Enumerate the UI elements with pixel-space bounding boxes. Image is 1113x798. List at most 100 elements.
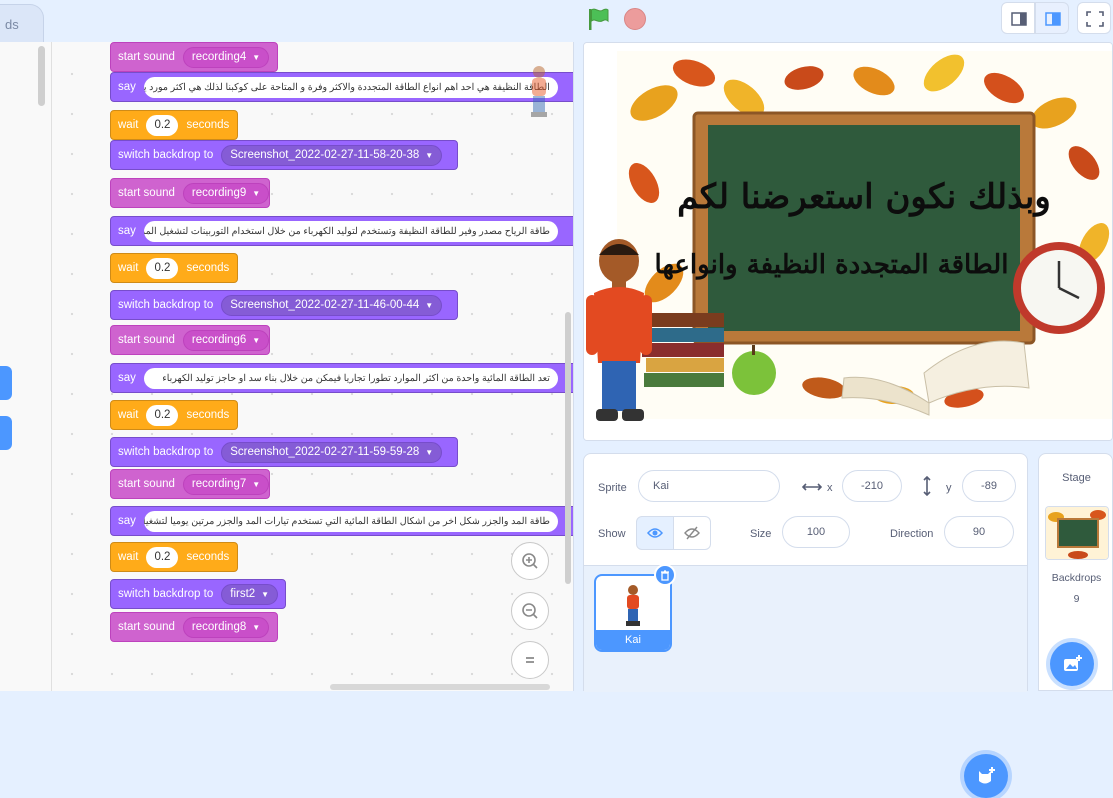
zoom-reset-icon[interactable] xyxy=(511,641,549,679)
wait-block[interactable]: wait 0.2 seconds xyxy=(110,110,238,140)
start-sound-block[interactable]: start sound recording6 ▼ xyxy=(110,325,270,355)
say-block[interactable]: say الطاقة النظيفة هي احد اهم انواع الطاق… xyxy=(110,72,573,102)
sound-menu[interactable]: recording8 ▼ xyxy=(182,616,270,638)
category-tab[interactable] xyxy=(0,416,12,450)
palette-scrollbar[interactable] xyxy=(38,46,45,106)
eye-slash-icon[interactable] xyxy=(673,516,711,550)
dropdown-caret-icon: ▼ xyxy=(425,150,434,160)
block-value: 0.2 xyxy=(154,119,171,131)
x-position-field[interactable]: -210 xyxy=(842,470,902,502)
zoom-in-icon[interactable] xyxy=(511,542,549,580)
sprite-info-panel: Sprite Kai x -210 y -89 Show Size 100 Di… xyxy=(584,454,1027,566)
block-value: 0.2 xyxy=(154,409,171,421)
code-vertical-scrollbar[interactable] xyxy=(565,312,571,584)
wait-seconds-input[interactable]: 0.2 xyxy=(146,546,179,568)
wait-block[interactable]: wait 0.2 seconds xyxy=(110,542,238,572)
large-stage-icon xyxy=(1045,12,1061,26)
say-text-input[interactable]: طاقة المد والجزر شكل اخر من اشكال الطاقة… xyxy=(143,510,558,532)
y-position-field[interactable]: -89 xyxy=(962,470,1016,502)
dropdown-caret-icon: ▼ xyxy=(252,188,261,198)
dropdown-caret-icon: ▼ xyxy=(252,479,261,489)
block-value: Screenshot_2022-02-27-11-46-00-44 xyxy=(230,299,420,311)
vertical-arrows-icon xyxy=(923,476,931,496)
block-label: wait xyxy=(118,409,139,421)
zoom-out-icon[interactable] xyxy=(511,592,549,630)
fullscreen-icon xyxy=(1086,11,1104,27)
chalkboard: وبذلك نكون استعرضنا لكم معنى الطاقة المت… xyxy=(655,111,1073,345)
say-text-input[interactable]: الطاقة النظيفة هي احد اهم انواع الطاقة ا… xyxy=(143,76,558,98)
block-label: switch backdrop to xyxy=(118,149,214,161)
dropdown-caret-icon: ▼ xyxy=(425,300,434,310)
backdrop-menu[interactable]: first2 ▼ xyxy=(221,583,279,605)
size-field[interactable]: 100 xyxy=(782,516,850,548)
start-sound-block[interactable]: start sound recording8 ▼ xyxy=(110,612,278,642)
small-stage-button[interactable] xyxy=(1001,2,1035,34)
fullscreen-button[interactable] xyxy=(1077,2,1111,34)
say-block[interactable]: say طاقة المد والجزر شكل اخر من اشكال الط… xyxy=(110,506,573,536)
direction-field[interactable]: 90 xyxy=(944,516,1014,548)
block-label: switch backdrop to xyxy=(118,588,214,600)
block-value: طاقة المد والجزر شكل اخر من اشكال الطاقة… xyxy=(144,515,550,527)
code-area[interactable]: start sound recording4 ▼ say الطاقة النظيفة … xyxy=(0,42,574,691)
block-value: recording9 xyxy=(191,187,247,199)
tab-sounds[interactable]: ds xyxy=(0,4,44,42)
sound-menu[interactable]: recording7 ▼ xyxy=(182,473,269,495)
stage-thumbnail[interactable] xyxy=(1045,506,1109,560)
switch-backdrop-block[interactable]: switch backdrop to Screenshot_2022-02-27-… xyxy=(110,140,458,170)
green-flag-icon[interactable] xyxy=(586,6,612,32)
sprite-tile-kai[interactable]: Kai xyxy=(594,574,672,652)
start-sound-block[interactable]: start sound recording7 ▼ xyxy=(110,469,270,499)
backdrop-menu[interactable]: Screenshot_2022-02-27-11-46-00-44 ▼ xyxy=(221,294,443,316)
wait-seconds-input[interactable]: 0.2 xyxy=(146,257,179,279)
block-suffix: seconds xyxy=(186,551,230,563)
sprite-pane: Sprite Kai x -210 y -89 Show Size 100 Di… xyxy=(583,453,1028,798)
backdrop-menu[interactable]: Screenshot_2022-02-27-11-59-59-28 ▼ xyxy=(221,441,443,463)
category-tab[interactable] xyxy=(0,366,12,400)
start-sound-block[interactable]: start sound recording9 ▼ xyxy=(110,178,270,208)
block-value: recording4 xyxy=(191,51,247,63)
sprite-preview-icon xyxy=(531,66,547,117)
block-suffix: seconds xyxy=(186,119,230,131)
backdrop-menu[interactable]: Screenshot_2022-02-27-11-58-20-38 ▼ xyxy=(221,144,443,166)
eye-icon[interactable] xyxy=(636,516,674,550)
say-text-input[interactable]: طاقة الرياح مصدر وفير للطاقة النظيفة وتس… xyxy=(143,220,558,242)
switch-backdrop-block[interactable]: switch backdrop to first2 ▼ xyxy=(110,579,286,609)
cat-plus-icon[interactable] xyxy=(964,754,1008,798)
small-stage-icon xyxy=(1011,12,1027,26)
switch-backdrop-block[interactable]: switch backdrop to Screenshot_2022-02-27-… xyxy=(110,290,458,320)
board-line1: وبذلك نكون استعرضنا لكم xyxy=(677,177,1051,217)
switch-backdrop-block[interactable]: switch backdrop to Screenshot_2022-02-27-… xyxy=(110,437,458,467)
block-label: say xyxy=(118,372,136,384)
block-palette[interactable] xyxy=(0,42,52,691)
wait-block[interactable]: wait 0.2 seconds xyxy=(110,253,238,283)
stage[interactable]: وبذلك نكون استعرضنا لكم معنى الطاقة المت… xyxy=(583,42,1113,441)
backdrops-label: Backdrops xyxy=(1051,572,1102,584)
stop-icon[interactable] xyxy=(624,8,646,30)
x-label: x xyxy=(827,482,833,494)
image-plus-icon[interactable] xyxy=(1050,642,1094,686)
sound-menu[interactable]: recording9 ▼ xyxy=(182,182,269,204)
large-stage-button[interactable] xyxy=(1035,2,1069,34)
trash-icon[interactable] xyxy=(654,564,676,586)
sound-menu[interactable]: recording6 ▼ xyxy=(182,329,269,351)
block-label: switch backdrop to xyxy=(118,299,214,311)
start-sound-block[interactable]: start sound recording4 ▼ xyxy=(110,42,278,72)
say-text-input[interactable]: تعد الطاقة المائية واحدة من اكثر الموارد… xyxy=(143,367,558,389)
block-value: الطاقة النظيفة هي احد اهم انواع الطاقة ا… xyxy=(143,81,550,93)
wait-seconds-input[interactable]: 0.2 xyxy=(146,404,179,426)
y-label: y xyxy=(946,482,952,494)
show-label: Show xyxy=(598,528,626,540)
block-value: recording6 xyxy=(191,334,247,346)
size-label: Size xyxy=(750,528,772,540)
say-block[interactable]: say تعد الطاقة المائية واحدة من اكثر المو… xyxy=(110,363,573,393)
stage-target-pane[interactable]: Stage Backdrops 9 xyxy=(1038,453,1113,691)
wait-block[interactable]: wait 0.2 seconds xyxy=(110,400,238,430)
block-label: say xyxy=(118,515,136,527)
sound-menu[interactable]: recording4 ▼ xyxy=(182,46,270,68)
block-label: start sound xyxy=(118,478,175,490)
say-block[interactable]: say طاقة الرياح مصدر وفير للطاقة النظيفة … xyxy=(110,216,573,246)
block-value: 0.2 xyxy=(154,262,171,274)
wait-seconds-input[interactable]: 0.2 xyxy=(146,114,179,136)
sprite-name-field[interactable]: Kai xyxy=(638,470,780,502)
code-horizontal-scrollbar[interactable] xyxy=(330,684,550,690)
